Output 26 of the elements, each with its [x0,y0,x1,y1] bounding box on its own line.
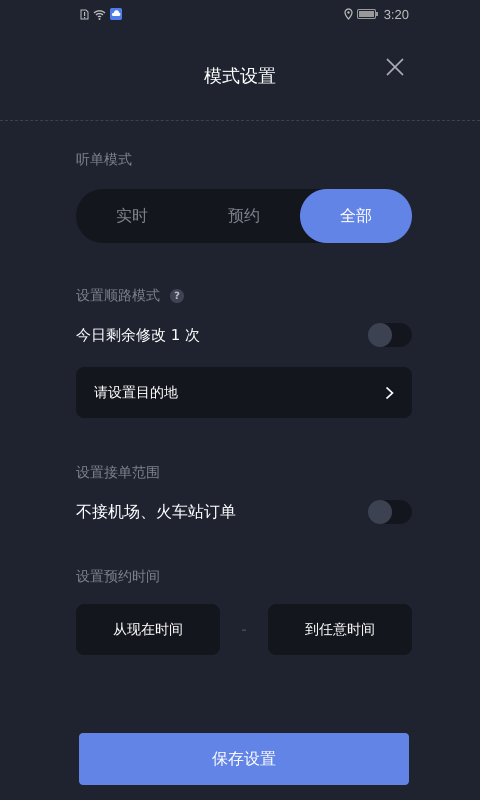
section-label: 听单模式 [76,151,132,169]
section-label: 设置接单范围 [76,464,160,482]
help-icon[interactable]: ? [170,289,184,303]
location-icon [344,8,353,20]
mode-tab[interactable]: 全部 [300,189,412,243]
mode-tab[interactable]: 预约 [188,189,300,243]
sim-alert-icon [80,8,89,20]
page-title: 模式设置 [204,65,276,88]
toggle-label: 今日剩余修改 1 次 [76,326,200,344]
toggle-switch[interactable] [368,323,412,347]
end-time-button[interactable]: 到任意时间 [268,604,412,655]
mode-tab[interactable]: 实时 [76,189,188,243]
battery-icon [356,9,378,19]
section-label: 设置预约时间 [76,568,160,586]
section-label: 设置顺路模式 [76,287,160,305]
wifi-icon [93,8,106,20]
start-time-button[interactable]: 从现在时间 [76,604,220,655]
toggle-label: 不接机场、火车站订单 [76,502,236,522]
close-icon[interactable] [386,58,404,76]
cloud-app-icon [110,8,122,20]
toggle-switch[interactable] [368,500,412,524]
save-button[interactable]: 保存设置 [79,733,409,785]
status-time: 3:20 [384,6,409,22]
destination-field[interactable]: 请设置目的地 [76,367,412,418]
chevron-right-icon [385,386,394,400]
separator-dash: - [241,622,247,638]
